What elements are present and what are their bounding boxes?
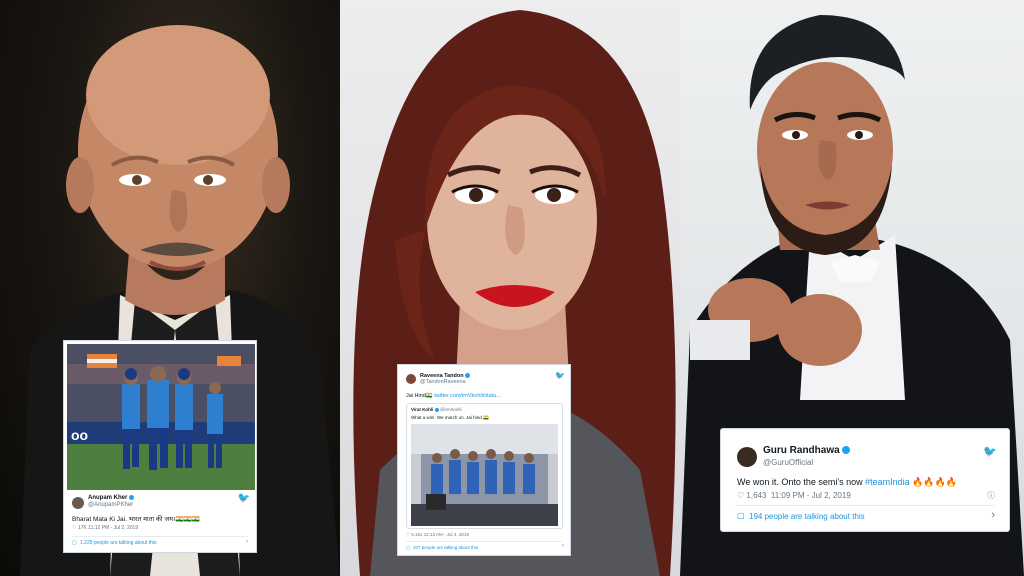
photo-panel-right: 🐦 Guru Randhawa @GuruOfficial We won it.…	[680, 0, 1024, 576]
twitter-bird-icon[interactable]: 🐦	[983, 445, 997, 458]
verified-badge-icon	[465, 373, 471, 379]
tweet-text: Jai Hind🇮🇳	[406, 393, 433, 399]
verified-badge-icon	[434, 407, 439, 412]
tweet-card-anupam[interactable]: oo 🐦 Anupam Kher @AnupamPKher Bharat Mat…	[63, 340, 257, 553]
tweet-author-handle[interactable]: @GuruOfficial	[763, 458, 813, 467]
quoted-image-team-dressing-room	[411, 424, 558, 526]
tweet-card-guru[interactable]: 🐦 Guru Randhawa @GuruOfficial We won it.…	[720, 428, 1010, 532]
chevron-right-icon[interactable]: ›	[246, 539, 248, 545]
avatar[interactable]	[406, 374, 416, 384]
tweet-author-name[interactable]: Anupam Kher	[88, 495, 127, 501]
svg-text:oo: oo	[71, 427, 88, 443]
divider	[72, 536, 248, 537]
quoted-tweet[interactable]: Virat Kohli @imVkohli What a win!. We ma…	[406, 403, 563, 529]
speech-bubble-icon: ▢	[72, 540, 77, 546]
like-count[interactable]: ♡ 1,643	[737, 491, 766, 500]
avatar[interactable]	[72, 497, 84, 509]
info-icon[interactable]: ⓘ	[987, 490, 995, 501]
divider	[735, 505, 995, 506]
tweet-meta: 11:09 PM - Jul 2, 2019	[770, 491, 851, 500]
hashtag-link[interactable]: #teamIndia	[865, 477, 910, 487]
tweet-author-handle[interactable]: @TandonRaveena	[420, 379, 466, 385]
tweet-meta: ♡ 17K 11:12 PM - Jul 2, 2019	[72, 525, 139, 531]
twitter-bird-icon[interactable]: 🐦	[238, 493, 250, 504]
speech-bubble-icon: ▢	[737, 511, 745, 520]
tweet-image-cricket-team: oo	[67, 344, 255, 490]
divider	[406, 541, 562, 542]
quoted-author-name[interactable]: Virat Kohli	[411, 407, 433, 412]
talking-about-link[interactable]: 207 people are talking about this	[413, 545, 478, 550]
tweet-link[interactable]: twitter.com/imVkohli/statu...	[434, 393, 501, 399]
fire-emoji: 🔥🔥🔥🔥	[912, 477, 957, 487]
photo-panel-center: 🐦 Raveena Tandon @TandonRaveena Jai Hind…	[340, 0, 680, 576]
speech-bubble-icon: ▢	[406, 545, 411, 550]
tweet-text: We won it. Onto the semi's now	[737, 477, 863, 487]
tweet-meta: ♡ 5,151 12:13 AM - Jul 3, 2019	[406, 532, 469, 537]
talking-about-link[interactable]: 194 people are talking about this	[749, 512, 865, 521]
chevron-right-icon[interactable]: ›	[562, 543, 564, 549]
photo-panel-left: oo 🐦 Anupam Kher @AnupamPKher Bharat Mat…	[0, 0, 340, 576]
twitter-bird-icon[interactable]: 🐦	[555, 371, 565, 380]
tweet-card-raveena[interactable]: 🐦 Raveena Tandon @TandonRaveena Jai Hind…	[397, 364, 571, 556]
verified-badge-icon	[842, 446, 851, 455]
quoted-text: What a win!. We march on. Jai hind 🇮🇳	[411, 415, 489, 420]
avatar[interactable]	[737, 447, 757, 467]
verified-badge-icon	[129, 495, 135, 500]
chevron-right-icon[interactable]: ›	[991, 509, 995, 521]
quoted-author-handle[interactable]: @imVkohli	[440, 407, 462, 412]
tweet-text: Bharat Mata Ki Jai. भारत माता की जय।🇮🇳🇮🇳…	[72, 516, 200, 523]
tweet-author-handle[interactable]: @AnupamPKher	[88, 502, 133, 508]
talking-about-link[interactable]: 1,229 people are talking about this	[80, 540, 156, 546]
tweet-author-name[interactable]: Guru Randhawa	[763, 445, 840, 456]
